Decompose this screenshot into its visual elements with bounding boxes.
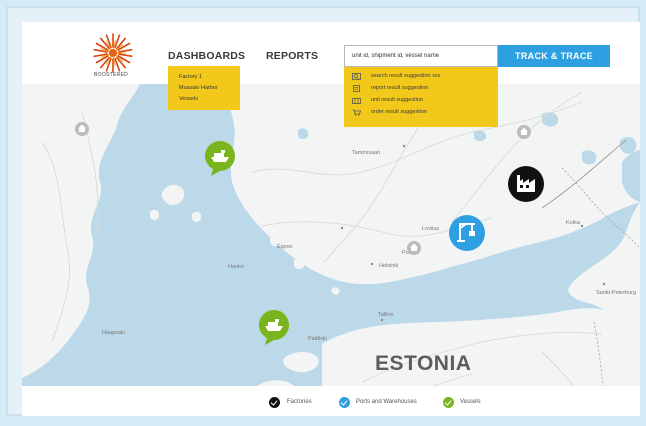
search-input[interactable] (344, 45, 498, 67)
nav-dashboards[interactable]: DASHBOARDS (168, 50, 245, 62)
place-label-haapsalu: Haapsalu (102, 330, 125, 336)
place-label-kotka: Kotka (566, 220, 581, 226)
order-icon (352, 109, 361, 116)
suggestion-text: order result suggestion (371, 109, 427, 115)
place-label-espoo: Espoo (277, 244, 293, 250)
suggestion-text: report result suggestion (371, 85, 429, 91)
search-icon (352, 73, 361, 80)
legend-label-ports: Ports and Warehouses (356, 399, 417, 405)
place-label-sankt-peterburg: Sankt-Peterburg (596, 290, 636, 296)
header: BOOSTERED DASHBOARDS REPORTS TRACK & TRA… (22, 22, 640, 84)
unit-icon (352, 98, 361, 104)
track-trace-button[interactable]: TRACK & TRACE (498, 45, 610, 67)
brand-name: BOOSTERED (94, 72, 129, 78)
dashboard-item-harbor[interactable]: Mussalo Harbor (179, 85, 218, 91)
place-label-tammisaari: Tammisaari (352, 150, 380, 156)
vessel-marker-south[interactable] (257, 308, 291, 346)
dashboard-item-vessels[interactable]: Vessels (179, 96, 198, 102)
suggestion-text: search result suggestion xxx (371, 73, 441, 79)
nav-reports[interactable]: REPORTS (266, 50, 318, 62)
vessel-marker-north[interactable] (203, 139, 237, 177)
place-label-paldiski: Paldiski (308, 336, 327, 342)
app-card: Tammisaari Espoo Kotka Porvoo Loviisa Ta… (22, 22, 640, 416)
dashboards-dropdown: Factory 1 Mussalo Harbor Vessels (168, 66, 240, 110)
place-label-hanko: Hanko (228, 264, 244, 270)
location-marker (75, 122, 89, 136)
brand-logo[interactable] (92, 32, 134, 74)
location-marker (407, 241, 421, 255)
port-marker[interactable] (448, 214, 486, 252)
search-suggestions: search result suggestion xxx report resu… (344, 67, 498, 127)
place-label-tallinn: Tallinn (378, 312, 394, 318)
place-label-loviisa: Loviisa (422, 226, 440, 232)
vessels-check-icon[interactable] (443, 397, 454, 408)
factories-check-icon[interactable] (269, 397, 280, 408)
factory-marker[interactable] (507, 165, 545, 203)
frame: Tammisaari Espoo Kotka Porvoo Loviisa Ta… (6, 6, 640, 416)
suggestion-text: unit result suggestion (371, 97, 423, 103)
ports-check-icon[interactable] (339, 397, 350, 408)
location-marker (517, 125, 531, 139)
place-label-helsinki: Helsinki (379, 263, 398, 269)
map-legend: Factories Ports and Warehouses Vessels (22, 386, 640, 416)
legend-label-factories: Factories (287, 399, 312, 405)
legend-label-vessels: Vessels (460, 399, 481, 405)
country-label-estonia: ESTONIA (375, 352, 472, 375)
report-icon (353, 85, 360, 92)
dashboard-item-factory[interactable]: Factory 1 (179, 74, 202, 80)
